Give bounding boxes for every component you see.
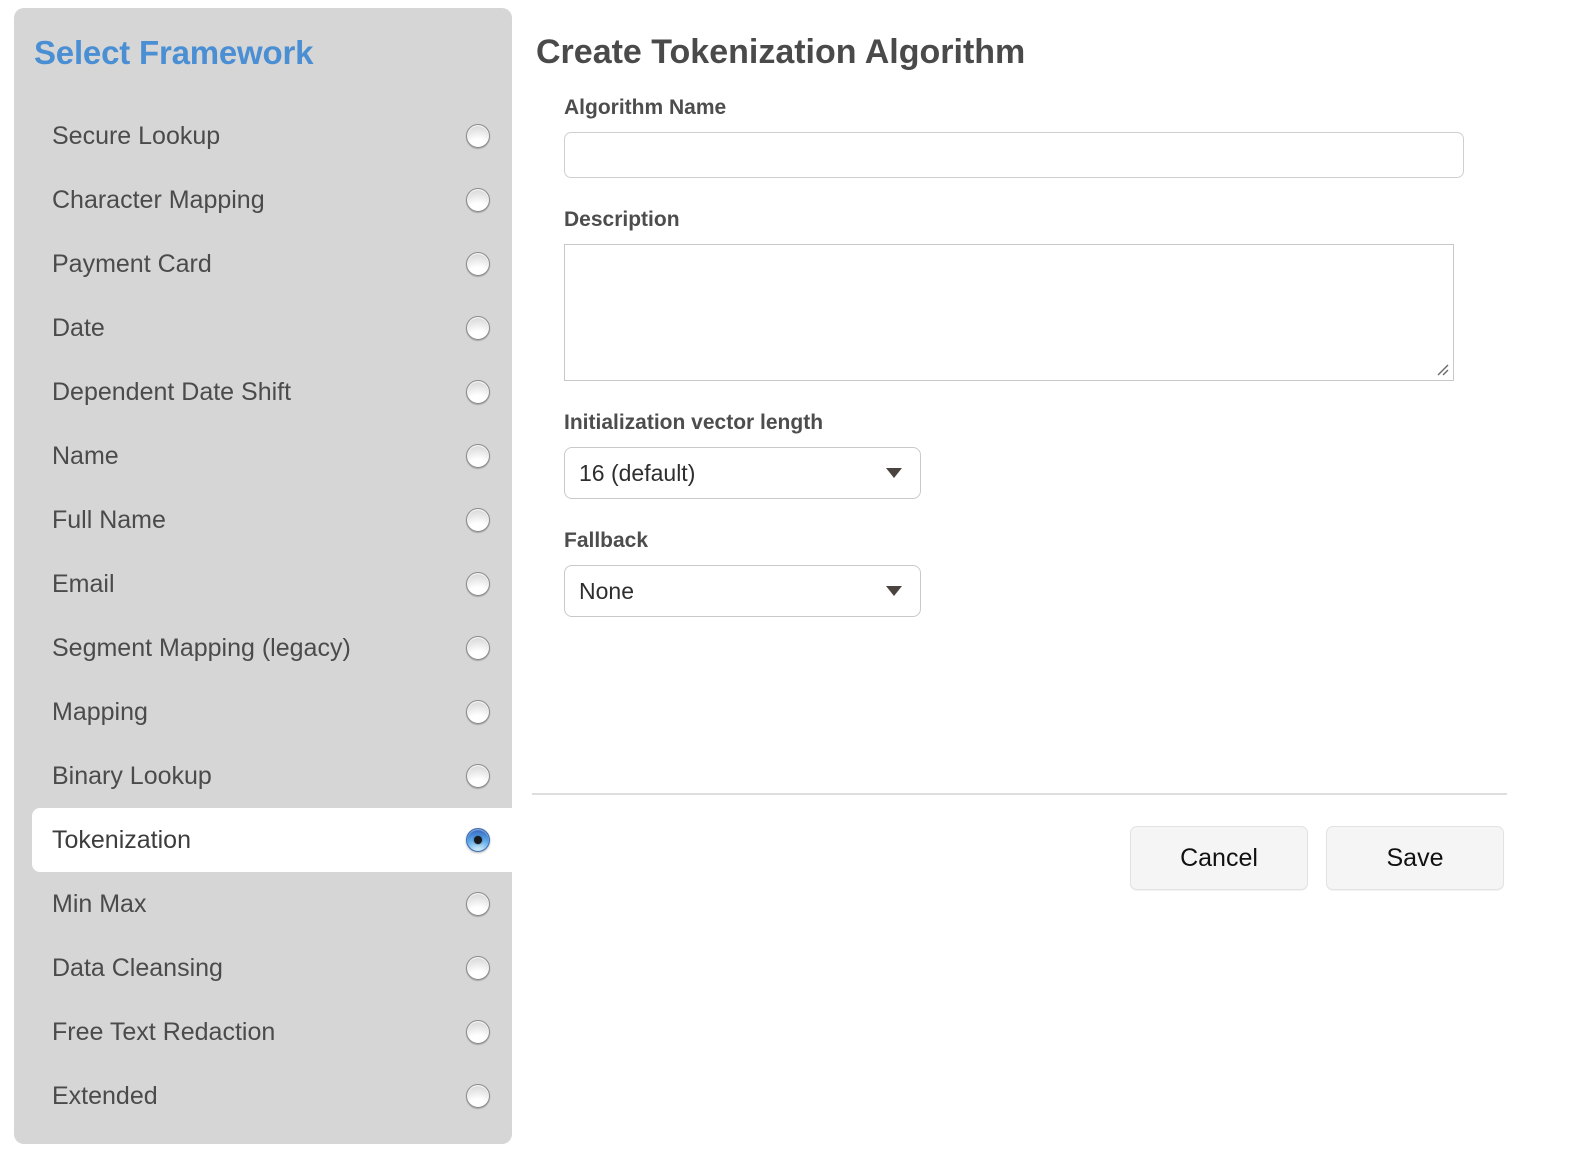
iv-length-field-block: Initialization vector length 16 (default… [564, 411, 1504, 499]
framework-list: Secure Lookup Character Mapping Payment Ca… [14, 104, 512, 1128]
form-divider [532, 793, 1507, 795]
radio-button-icon[interactable] [466, 252, 490, 276]
create-algorithm-form: Algorithm Name Description Initializatio… [564, 96, 1504, 647]
form-actions: Cancel Save [1130, 826, 1504, 890]
radio-button-icon[interactable] [466, 636, 490, 660]
fallback-value: None [579, 578, 886, 605]
sidebar-item-label: Payment Card [52, 250, 466, 279]
sidebar-item-mapping[interactable]: Mapping [14, 680, 512, 744]
radio-button-icon[interactable] [466, 1020, 490, 1044]
radio-button-selected-icon[interactable] [466, 828, 490, 852]
algorithm-name-field-block: Algorithm Name [564, 96, 1504, 178]
cancel-button[interactable]: Cancel [1130, 826, 1308, 890]
algorithm-name-label: Algorithm Name [564, 96, 1504, 120]
sidebar-item-data-cleansing[interactable]: Data Cleansing [14, 936, 512, 1000]
iv-length-select-wrapper: 16 (default) [564, 447, 921, 499]
radio-button-icon[interactable] [466, 892, 490, 916]
sidebar-item-tokenization[interactable]: Tokenization [32, 808, 512, 872]
sidebar-item-secure-lookup[interactable]: Secure Lookup [14, 104, 512, 168]
sidebar-item-label: Date [52, 314, 466, 343]
radio-button-icon[interactable] [466, 316, 490, 340]
chevron-down-icon [886, 586, 902, 596]
description-field-block: Description [564, 208, 1504, 381]
sidebar-item-payment-card[interactable]: Payment Card [14, 232, 512, 296]
description-wrapper [564, 244, 1454, 381]
radio-button-icon[interactable] [466, 444, 490, 468]
sidebar-item-full-name[interactable]: Full Name [14, 488, 512, 552]
sidebar-item-dependent-date-shift[interactable]: Dependent Date Shift [14, 360, 512, 424]
radio-button-icon[interactable] [466, 188, 490, 212]
sidebar-item-label: Tokenization [52, 826, 466, 855]
sidebar-item-min-max[interactable]: Min Max [14, 872, 512, 936]
iv-length-value: 16 (default) [579, 460, 886, 487]
sidebar-item-binary-lookup[interactable]: Binary Lookup [14, 744, 512, 808]
sidebar-item-character-mapping[interactable]: Character Mapping [14, 168, 512, 232]
sidebar-item-label: Free Text Redaction [52, 1018, 466, 1047]
fallback-label: Fallback [564, 529, 1504, 553]
sidebar-item-extended[interactable]: Extended [14, 1064, 512, 1128]
sidebar-item-label: Mapping [52, 698, 466, 727]
save-button[interactable]: Save [1326, 826, 1504, 890]
fallback-field-block: Fallback None [564, 529, 1504, 617]
radio-button-icon[interactable] [466, 700, 490, 724]
radio-button-icon[interactable] [466, 572, 490, 596]
sidebar-item-label: Name [52, 442, 466, 471]
sidebar-item-name[interactable]: Name [14, 424, 512, 488]
sidebar-item-label: Data Cleansing [52, 954, 466, 983]
sidebar-item-label: Email [52, 570, 466, 599]
sidebar-item-label: Full Name [52, 506, 466, 535]
fallback-select[interactable]: None [564, 565, 921, 617]
radio-button-icon[interactable] [466, 508, 490, 532]
sidebar-item-label: Extended [52, 1082, 466, 1111]
description-input[interactable] [564, 244, 1454, 381]
algorithm-name-input[interactable] [564, 132, 1464, 178]
sidebar-item-label: Min Max [52, 890, 466, 919]
description-label: Description [564, 208, 1504, 232]
sidebar-item-date[interactable]: Date [14, 296, 512, 360]
sidebar-item-email[interactable]: Email [14, 552, 512, 616]
iv-length-label: Initialization vector length [564, 411, 1504, 435]
sidebar-item-label: Segment Mapping (legacy) [52, 634, 466, 663]
sidebar-item-label: Dependent Date Shift [52, 378, 466, 407]
sidebar-title: Select Framework [34, 34, 313, 72]
main-panel: Create Tokenization Algorithm Algorithm … [532, 0, 1574, 1160]
radio-button-icon[interactable] [466, 380, 490, 404]
radio-button-icon[interactable] [466, 124, 490, 148]
sidebar-item-label: Character Mapping [52, 186, 466, 215]
page-title: Create Tokenization Algorithm [536, 33, 1025, 72]
radio-button-icon[interactable] [466, 1084, 490, 1108]
sidebar-item-segment-mapping-legacy[interactable]: Segment Mapping (legacy) [14, 616, 512, 680]
sidebar-item-free-text-redaction[interactable]: Free Text Redaction [14, 1000, 512, 1064]
sidebar-item-label: Secure Lookup [52, 122, 466, 151]
iv-length-select[interactable]: 16 (default) [564, 447, 921, 499]
chevron-down-icon [886, 468, 902, 478]
fallback-select-wrapper: None [564, 565, 921, 617]
radio-button-icon[interactable] [466, 764, 490, 788]
framework-sidebar: Select Framework Secure Lookup Character … [14, 8, 512, 1144]
sidebar-item-label: Binary Lookup [52, 762, 466, 791]
radio-button-icon[interactable] [466, 956, 490, 980]
